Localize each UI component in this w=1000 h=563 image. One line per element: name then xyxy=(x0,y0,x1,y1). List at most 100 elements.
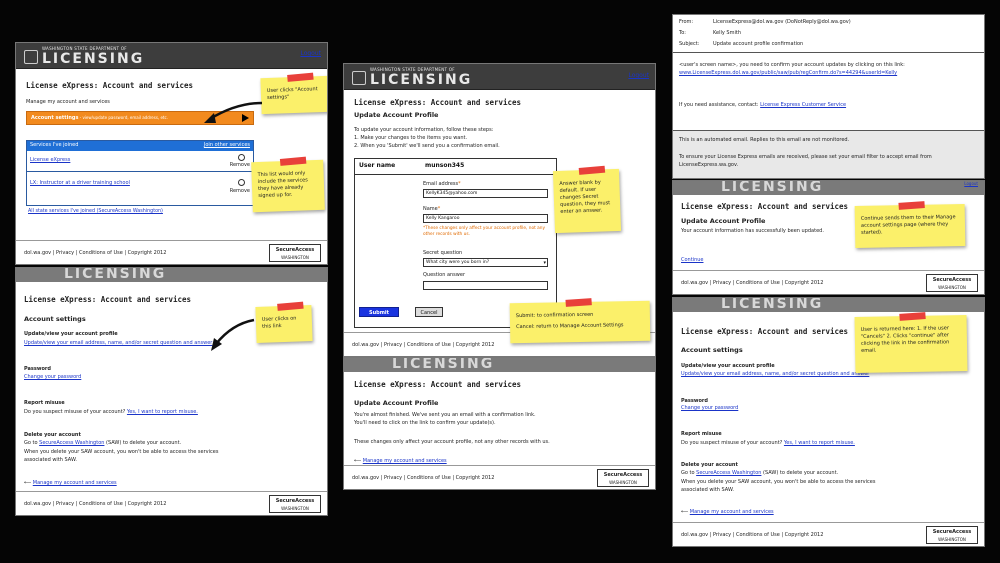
report-misuse-link[interactable]: Yes, I want to report misuse. xyxy=(784,440,855,446)
sticky-note: Answer blank by default. If user changes… xyxy=(552,165,622,234)
email-to-label: To: xyxy=(679,30,686,36)
sticky-note: This list would only include the service… xyxy=(251,156,325,213)
misuse-heading: Report misuse xyxy=(24,400,65,406)
change-password-link[interactable]: Change your password xyxy=(24,374,81,380)
back-link[interactable]: ⟵ Manage my account and services xyxy=(24,480,117,486)
back-arrow-icon: ⟵ xyxy=(354,458,363,464)
delete-note: When you delete your SAW account, you wo… xyxy=(681,479,876,493)
sticky-note: User is returned here: 1. If the user "C… xyxy=(854,312,968,373)
email-filter-note: To ensure your License Express emails ar… xyxy=(679,154,932,168)
secret-question-select[interactable]: What city were you born in? ▾ xyxy=(423,258,548,267)
logout-link[interactable]: Logout xyxy=(300,50,321,57)
footer: dol.wa.gov | Privacy | Conditions of Use… xyxy=(673,522,984,546)
submit-button[interactable]: Submit xyxy=(359,307,399,317)
secret-label: Secret question xyxy=(423,250,463,256)
cancel-button[interactable]: Cancel xyxy=(415,307,443,317)
changes-text: These changes only affect your account p… xyxy=(354,439,550,445)
email-to: Kelly Smith xyxy=(713,30,741,36)
saw-link[interactable]: SecureAccess Washington xyxy=(696,470,761,476)
page-title: License eXpress: Account and services xyxy=(681,327,849,336)
dol-header: WASHINGTON STATE DEPARTMENT OF LICENSING xyxy=(344,64,655,90)
panel-update-profile: WASHINGTON STATE DEPARTMENT OF LICENSING … xyxy=(343,63,656,357)
report-misuse-link[interactable]: Yes, I want to report misuse. xyxy=(127,409,198,415)
step-2: 2. When you 'Submit' we'll send you a co… xyxy=(354,143,500,149)
delete-heading: Delete your account xyxy=(24,432,81,438)
logout-link[interactable]: Logout xyxy=(964,181,978,186)
panel-account-settings: LICENSING License eXpress: Account and s… xyxy=(15,267,328,516)
answer-label: Question answer xyxy=(423,272,466,278)
panel-account-services: WASHINGTON STATE DEPARTMENT OF LICENSING … xyxy=(15,42,328,265)
username-value: munson345 xyxy=(425,162,465,169)
remove-icon[interactable] xyxy=(238,179,245,186)
footer: dol.wa.gov | Privacy | Conditions of Use… xyxy=(344,465,655,489)
intro-text: To update your account information, foll… xyxy=(354,127,494,133)
join-other-link[interactable]: Join other services xyxy=(204,142,250,148)
logout-link[interactable]: Logout xyxy=(628,72,649,79)
panel-almost-finished: LICENSING License eXpress: Account and s… xyxy=(343,357,656,490)
sticky-note: User clicks "Account settings" xyxy=(260,72,327,115)
all-services-link[interactable]: All state services I've joined (SecureAc… xyxy=(28,209,163,214)
email-subject: Update account profile confirmation xyxy=(713,41,804,47)
dol-header: LICENSING xyxy=(673,181,984,195)
update-profile-link[interactable]: Update/view your email address, name, an… xyxy=(24,340,212,346)
service-license-express[interactable]: License eXpress xyxy=(30,157,70,163)
change-warning: *These changes only affect your account … xyxy=(423,226,546,237)
username-label: User name xyxy=(359,162,396,169)
settings-heading: Account settings xyxy=(681,346,743,354)
manage-heading: Manage my account and services xyxy=(26,99,110,105)
misuse-heading: Report misuse xyxy=(681,431,722,437)
back-link[interactable]: ⟵ Manage my account and services xyxy=(354,458,447,464)
sticky-note: Continue sends them to their Manage acco… xyxy=(854,201,966,248)
update-profile-link[interactable]: Update/view your email address, name, an… xyxy=(681,371,869,377)
secure-access-badge: SecureAccess WASHINGTON xyxy=(926,526,978,544)
services-box: Services I've joined Join other services… xyxy=(26,140,254,206)
update-heading: Update/view your account profile xyxy=(681,363,775,369)
back-link[interactable]: ⟵ Manage my account and services xyxy=(681,509,774,515)
password-heading: Password xyxy=(681,398,708,404)
continue-link[interactable]: Continue xyxy=(681,257,703,263)
dol-header: LICENSING xyxy=(16,268,327,282)
answer-field[interactable] xyxy=(423,281,548,290)
update-heading: Update/view your account profile xyxy=(24,331,118,337)
dol-header: LICENSING xyxy=(344,358,655,372)
service-lx-instructor[interactable]: LX: Instructor at a driver training scho… xyxy=(30,180,130,186)
callout-arrow xyxy=(211,318,255,351)
saw-link[interactable]: SecureAccess Washington xyxy=(39,440,104,446)
services-header: Services I've joined xyxy=(30,142,79,148)
remove-label[interactable]: Remove xyxy=(230,161,250,169)
dol-header: WASHINGTON STATE DEPARTMENT OF LICENSING xyxy=(16,43,327,69)
email-from: LicenseExpress@dol.wa.gov (DoNotReply@do… xyxy=(713,19,851,25)
delete-heading: Delete your account xyxy=(681,462,738,468)
page-title: License eXpress: Account and services xyxy=(681,202,849,211)
change-password-link[interactable]: Change your password xyxy=(681,405,738,411)
panel-update-success: LICENSING Logout License eXpress: Accoun… xyxy=(672,180,985,295)
email-field[interactable]: KellyK345@yahoo.com xyxy=(423,189,548,198)
footer: dol.wa.gov | Privacy | Conditions of Use… xyxy=(673,270,984,294)
email-subject-label: Subject: xyxy=(679,41,700,47)
page-subtitle: Update Account Profile xyxy=(354,111,439,119)
remove-icon[interactable] xyxy=(238,154,245,161)
almost-text: You're almost finished. We've sent you a… xyxy=(354,412,536,418)
email-body: <user's screen name>, you need to confir… xyxy=(679,62,905,68)
secure-access-badge: SecureAccess WASHINGTON xyxy=(269,495,321,513)
secure-access-badge: SecureAccess WASHINGTON xyxy=(597,469,649,487)
customer-service-link[interactable]: License Express Customer Service xyxy=(760,102,846,108)
footer: dol.wa.gov | Privacy | Conditions of Use… xyxy=(16,240,327,264)
callout-arrow xyxy=(204,101,263,123)
sticky-note: Submit: to confirmation screen Cancel: re… xyxy=(509,298,651,344)
misuse-text: Do you suspect misuse of your account? Y… xyxy=(681,440,855,446)
page-title: License eXpress: Account and services xyxy=(24,295,192,304)
misuse-text: Do you suspect misuse of your account? Y… xyxy=(24,409,198,415)
sticky-note: User clicks on this link xyxy=(255,301,313,343)
chevron-down-icon: ▾ xyxy=(543,260,546,266)
delete-text: Go to SecureAccess Washington (SAW) to d… xyxy=(24,440,182,446)
confirm-url-link[interactable]: www.LicenseExpress.dol.wa.gov/public/saw… xyxy=(679,70,897,76)
secure-access-badge: SecureAccess WASHINGTON xyxy=(926,274,978,292)
name-field[interactable]: Kelly Kangaroo xyxy=(423,214,548,223)
assist-text: If you need assistance, contact: License… xyxy=(679,102,847,108)
delete-note: When you delete your SAW account, you wo… xyxy=(24,449,219,463)
back-arrow-icon: ⟵ xyxy=(24,480,33,486)
settings-heading: Account settings xyxy=(24,315,86,323)
step-1: 1. Make your changes to the items you wa… xyxy=(354,135,468,141)
remove-label[interactable]: Remove xyxy=(230,187,250,195)
